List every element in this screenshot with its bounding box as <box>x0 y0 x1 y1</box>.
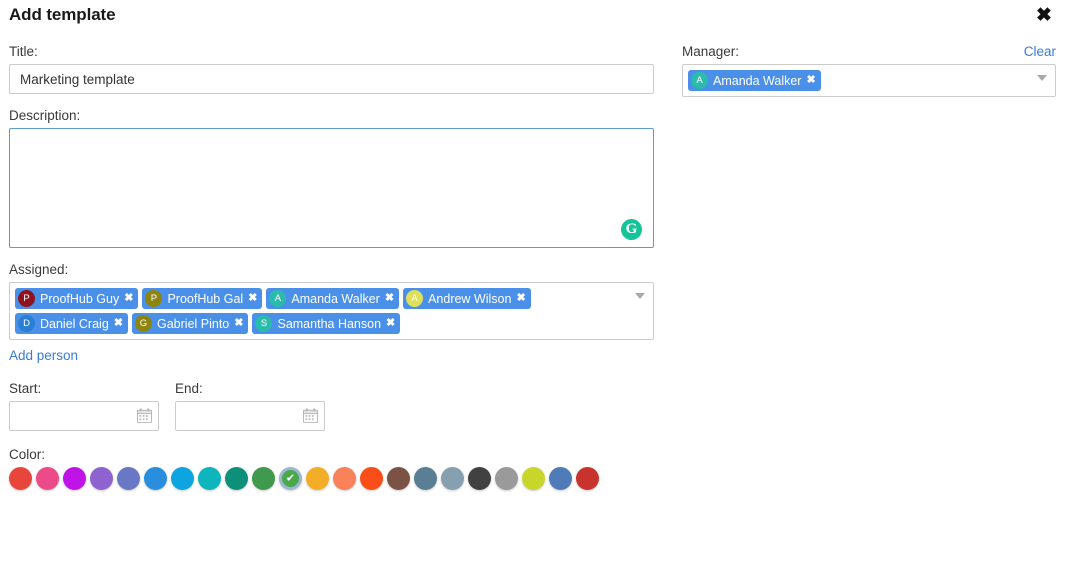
date-range-group: Start: End: <box>9 381 654 431</box>
color-swatch[interactable] <box>333 467 356 490</box>
manager-token-field[interactable]: A Amanda Walker ✖ <box>682 64 1056 97</box>
person-chip-label: Daniel Craig <box>40 316 109 331</box>
color-swatch[interactable] <box>468 467 491 490</box>
person-chip[interactable]: P ProofHub Guy ✖ <box>15 288 139 309</box>
color-swatch[interactable] <box>441 467 464 490</box>
color-swatch[interactable] <box>576 467 599 490</box>
end-date-group: End: <box>175 381 325 431</box>
color-swatch[interactable] <box>36 467 59 490</box>
color-swatch[interactable] <box>522 467 545 490</box>
color-swatch[interactable] <box>360 467 383 490</box>
person-chip[interactable]: A Amanda Walker ✖ <box>266 288 400 309</box>
color-swatch[interactable] <box>306 467 329 490</box>
remove-person-icon[interactable]: ✖ <box>385 293 394 304</box>
person-chip-label: Amanda Walker <box>291 291 380 306</box>
assigned-dropdown-caret-icon[interactable] <box>635 293 645 299</box>
title-field-group: Title: <box>9 44 654 94</box>
close-icon: ✖ <box>1036 4 1052 26</box>
color-label: Color: <box>9 447 46 462</box>
add-person-link[interactable]: Add person <box>9 348 78 363</box>
end-date-label: End: <box>175 381 203 396</box>
avatar: A <box>269 290 287 307</box>
color-swatch[interactable] <box>9 467 32 490</box>
description-label: Description: <box>9 108 81 123</box>
person-chip[interactable]: A Andrew Wilson ✖ <box>403 288 531 309</box>
color-swatch[interactable] <box>414 467 437 490</box>
assigned-field-group: Assigned: P ProofHub Guy ✖ P ProofHub Gal ✖ A A… <box>9 262 654 340</box>
manager-label: Manager: <box>682 44 740 59</box>
color-swatch[interactable] <box>252 467 275 490</box>
avatar: A <box>406 290 424 307</box>
manager-section: Manager: Clear A Amanda Walker ✖ <box>682 44 1056 97</box>
person-chip[interactable]: G Gabriel Pinto ✖ <box>132 313 249 334</box>
color-swatch[interactable] <box>225 467 248 490</box>
grammarly-icon[interactable]: G <box>621 219 642 240</box>
assigned-label: Assigned: <box>9 262 69 277</box>
calendar-icon[interactable] <box>303 408 318 423</box>
color-swatch[interactable] <box>63 467 86 490</box>
description-field-group: Description: G <box>9 108 654 248</box>
person-chip[interactable]: S Samantha Hanson ✖ <box>252 313 401 334</box>
clear-manager-link[interactable]: Clear <box>1024 44 1056 59</box>
color-swatch-selected[interactable] <box>279 467 302 490</box>
remove-person-icon[interactable]: ✖ <box>806 75 815 86</box>
remove-person-icon[interactable]: ✖ <box>114 318 123 329</box>
remove-person-icon[interactable]: ✖ <box>124 293 133 304</box>
avatar: P <box>145 290 163 307</box>
color-swatch[interactable] <box>387 467 410 490</box>
color-swatch[interactable] <box>495 467 518 490</box>
color-swatch[interactable] <box>117 467 140 490</box>
avatar: G <box>135 315 152 332</box>
remove-person-icon[interactable]: ✖ <box>234 318 243 329</box>
person-chip-label: Gabriel Pinto <box>157 316 230 331</box>
manager-dropdown-caret-icon[interactable] <box>1037 75 1047 81</box>
color-swatch[interactable] <box>171 467 194 490</box>
person-chip[interactable]: A Amanda Walker ✖ <box>688 70 821 91</box>
color-swatch[interactable] <box>198 467 221 490</box>
color-swatch-row <box>9 467 654 490</box>
avatar: S <box>255 315 273 332</box>
color-swatch[interactable] <box>144 467 167 490</box>
page-title: Add template <box>9 5 116 24</box>
color-swatch[interactable] <box>90 467 113 490</box>
assigned-token-field[interactable]: P ProofHub Guy ✖ P ProofHub Gal ✖ A Amanda Walk… <box>9 282 654 340</box>
remove-person-icon[interactable]: ✖ <box>248 293 257 304</box>
person-chip-label: ProofHub Gal <box>167 291 244 306</box>
description-textarea[interactable] <box>9 128 654 248</box>
start-date-group: Start: <box>9 381 159 431</box>
template-form: Title: Description: G Assigned: P ProofHu… <box>9 44 654 490</box>
title-input[interactable] <box>9 64 654 94</box>
person-chip-label: Andrew Wilson <box>428 291 512 306</box>
person-chip-label: ProofHub Guy <box>40 291 120 306</box>
calendar-icon[interactable] <box>137 408 152 423</box>
person-chip[interactable]: P ProofHub Gal ✖ <box>142 288 263 309</box>
start-date-label: Start: <box>9 381 42 396</box>
remove-person-icon[interactable]: ✖ <box>516 293 525 304</box>
close-button[interactable]: ✖ <box>1031 2 1057 28</box>
avatar: A <box>691 72 708 89</box>
avatar: P <box>18 290 35 307</box>
remove-person-icon[interactable]: ✖ <box>386 318 395 329</box>
person-chip[interactable]: D Daniel Craig ✖ <box>15 313 128 334</box>
person-chip-label: Samantha Hanson <box>277 316 382 331</box>
person-chip-label: Amanda Walker <box>713 73 802 88</box>
color-swatch[interactable] <box>549 467 572 490</box>
title-label: Title: <box>9 44 38 59</box>
color-picker-group: Color: <box>9 447 654 490</box>
avatar: D <box>18 315 35 332</box>
